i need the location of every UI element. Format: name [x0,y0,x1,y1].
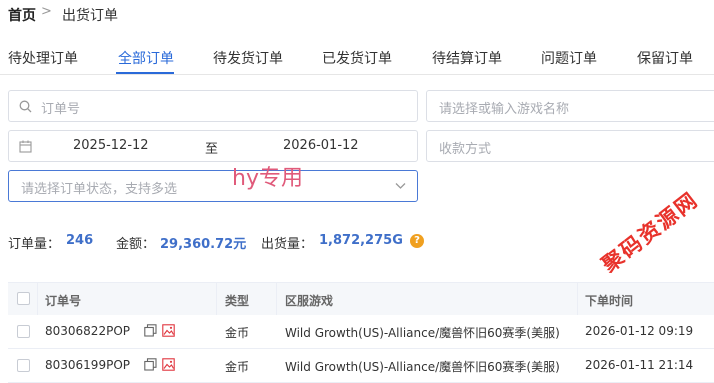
order-number-input[interactable]: 订单号 [8,90,418,122]
order-time: 2026-01-12 09:19 [585,324,694,338]
date-end[interactable]: 2026-01-12 [283,138,359,153]
tab-all[interactable]: 全部订单 [118,48,174,68]
order-count-value: 246 [66,233,94,248]
breadcrumb-current: 出货订单 [62,8,118,24]
tabs-divider [0,74,714,75]
copy-icon[interactable] [144,324,157,337]
column-server-game: 区服游戏 [285,294,334,308]
image-icon[interactable] [162,324,175,337]
date-range-picker[interactable]: 2025-12-12 至 2026-01-12 [8,130,418,162]
order-number[interactable]: 80306822POP [45,324,130,338]
volume-value: 1,872,275G [319,233,403,248]
table-header: 订单号 类型 区服游戏 下单时间 [8,282,714,316]
server-game: Wild Growth(US)-Alliance/魔兽怀旧60赛季(美服) [285,326,560,340]
tab-pending[interactable]: 待处理订单 [8,48,78,68]
column-type: 类型 [225,294,250,308]
row-checkbox[interactable] [17,325,30,338]
order-count-label: 订单量： [8,237,61,252]
amount-value: 29,360.72元 [160,237,247,252]
server-game: Wild Growth(US)-Alliance/魔兽怀旧60赛季(美服) [285,360,560,374]
order-tabs: 待处理订单 全部订单 待发货订单 已发货订单 待结算订单 问题订单 保留订单 [0,40,714,75]
chevron-down-icon [395,183,406,189]
column-order-no: 订单号 [45,294,82,308]
order-type: 金币 [225,360,250,374]
overlay-label: hy专用 [232,166,303,191]
search-icon [19,100,32,113]
column-order-time: 下单时间 [585,294,634,308]
image-icon[interactable] [162,358,175,371]
tab-to-ship[interactable]: 待发货订单 [213,48,283,68]
order-type: 金币 [225,326,250,340]
game-select-placeholder: 请选择或输入游戏名称 [439,102,570,117]
breadcrumb-home[interactable]: 首页 [8,5,36,25]
breadcrumb-separator: > [41,4,52,19]
volume-label: 出货量： [261,237,314,252]
payment-method-select[interactable]: 收款方式 [426,130,714,162]
payment-method-placeholder: 收款方式 [439,142,492,157]
amount-label: 金额： [116,237,156,252]
order-number-placeholder: 订单号 [41,102,81,117]
tab-problem[interactable]: 问题订单 [541,48,597,68]
table-row[interactable]: 80306822POP 金币 Wild Growth(US)-Alliance/… [8,315,714,349]
order-time: 2026-01-11 21:14 [585,358,694,372]
tab-reserved[interactable]: 保留订单 [637,48,693,68]
order-number[interactable]: 80306199POP [45,358,130,372]
game-select[interactable]: 请选择或输入游戏名称 [426,90,714,122]
help-icon[interactable]: ? [410,234,424,248]
row-checkbox[interactable] [17,359,30,372]
copy-icon[interactable] [144,358,157,371]
calendar-icon [19,140,32,153]
order-status-select[interactable]: 请选择订单状态，支持多选 [8,170,418,202]
tab-shipped[interactable]: 已发货订单 [322,48,392,68]
order-status-placeholder: 请选择订单状态，支持多选 [21,182,178,197]
date-range-separator: 至 [205,142,219,157]
watermark: 聚码资源网 [597,187,703,278]
tab-to-settle[interactable]: 待结算订单 [432,48,502,68]
select-all-checkbox[interactable] [17,292,30,305]
date-start[interactable]: 2025-12-12 [73,138,149,153]
